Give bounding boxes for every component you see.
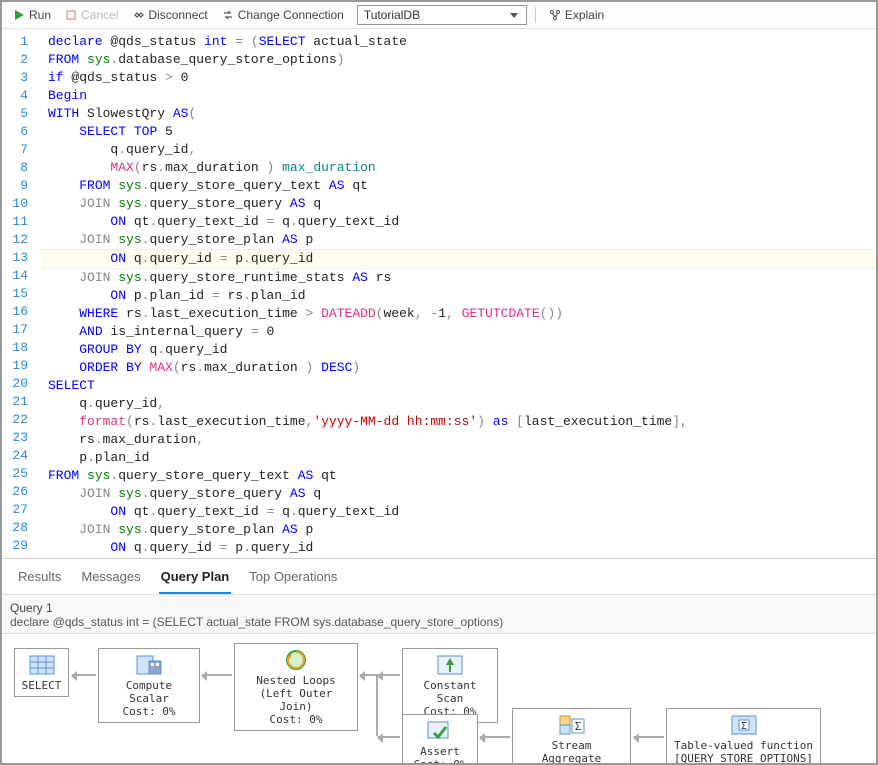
code-line[interactable]: ON p.plan_id = rs.plan_id xyxy=(42,287,876,305)
play-icon xyxy=(13,9,25,21)
code-line[interactable]: q.query_id, xyxy=(42,141,876,159)
change-connection-label: Change Connection xyxy=(238,8,344,22)
code-line[interactable]: ON qt.query_text_id = q.query_text_id xyxy=(42,213,876,231)
code-line[interactable]: SELECT TOP 5 xyxy=(42,123,876,141)
sigma-icon: Σ xyxy=(519,713,624,737)
code-line[interactable]: FROM sys.query_store_query_text AS qt xyxy=(42,467,876,485)
code-line[interactable]: WITH SlowestQry AS( xyxy=(42,105,876,123)
plan-diagram[interactable]: SELECT Compute Scalar Cost: 0% Nested Lo… xyxy=(2,633,876,763)
plan-arrow xyxy=(634,736,664,738)
code-line[interactable]: GROUP BY q.query_id xyxy=(42,341,876,359)
code-line[interactable]: format(rs.last_execution_time,'yyyy-MM-d… xyxy=(42,413,876,431)
plan-node-stream-aggregate[interactable]: Σ Stream Aggregate (Aggregate) Cost: 37% xyxy=(512,708,631,763)
disconnect-icon xyxy=(132,9,144,21)
plan-node-assert[interactable]: Assert Cost: 0% xyxy=(402,714,478,763)
plan-header: Query 1 declare @qds_status int = (SELEC… xyxy=(2,595,876,633)
arrow-down-icon xyxy=(409,653,491,677)
code-line[interactable]: ORDER BY MAX(rs.max_duration ) DESC) xyxy=(42,359,876,377)
plan-arrow xyxy=(378,736,400,738)
plan-node-select[interactable]: SELECT xyxy=(14,648,69,697)
toolbar: Run Cancel Disconnect Change Connection … xyxy=(2,2,876,29)
svg-text:Σ: Σ xyxy=(740,721,746,732)
explain-icon xyxy=(549,9,561,21)
loop-icon xyxy=(241,648,351,672)
plan-node-nested-loops[interactable]: Nested Loops (Left Outer Join) Cost: 0% xyxy=(234,643,358,731)
database-selector[interactable]: TutorialDB xyxy=(357,5,527,25)
code-line[interactable]: WHERE rs.last_execution_time > DATEADD(w… xyxy=(42,305,876,323)
code-line[interactable]: Begin xyxy=(42,87,876,105)
plan-arrow xyxy=(376,676,378,736)
code-line[interactable]: declare @qds_status int = (SELECT actual… xyxy=(42,33,876,51)
code-line[interactable]: FROM sys.database_query_store_options) xyxy=(42,51,876,69)
check-icon xyxy=(409,719,471,743)
code-line[interactable]: p.plan_id xyxy=(42,449,876,467)
change-connection-icon xyxy=(222,9,234,21)
code-area[interactable]: declare @qds_status int = (SELECT actual… xyxy=(42,29,876,558)
tab-top-operations[interactable]: Top Operations xyxy=(247,565,339,594)
code-editor[interactable]: 1234567891011121314151617181920212223242… xyxy=(2,29,876,559)
disconnect-label: Disconnect xyxy=(148,8,207,22)
code-line[interactable]: JOIN sys.query_store_runtime_stats AS rs xyxy=(42,269,876,287)
plan-arrow xyxy=(202,674,232,676)
plan-node-tvf[interactable]: Σ Table-valued function [QUERY_STORE_OPT… xyxy=(666,708,821,763)
plan-arrow xyxy=(480,736,510,738)
code-line[interactable]: ON q.query_id = p.query_id xyxy=(42,539,876,557)
cancel-button: Cancel xyxy=(60,6,123,24)
plan-node-compute-scalar[interactable]: Compute Scalar Cost: 0% xyxy=(98,648,200,723)
change-connection-button[interactable]: Change Connection xyxy=(217,6,349,24)
code-line[interactable]: if @qds_status > 0 xyxy=(42,69,876,87)
explain-button[interactable]: Explain xyxy=(544,6,609,24)
code-line[interactable]: JOIN sys.query_store_plan AS p xyxy=(42,521,876,539)
plan-sql: declare @qds_status int = (SELECT actual… xyxy=(10,615,868,629)
stop-icon xyxy=(65,9,77,21)
plan-title: Query 1 xyxy=(10,601,868,615)
run-label: Run xyxy=(29,8,51,22)
plan-node-constant-scan[interactable]: Constant Scan Cost: 0% xyxy=(402,648,498,723)
line-gutter: 1234567891011121314151617181920212223242… xyxy=(2,29,42,558)
tab-messages[interactable]: Messages xyxy=(79,565,142,594)
cancel-label: Cancel xyxy=(81,8,118,22)
separator xyxy=(535,7,536,23)
code-line[interactable]: SELECT xyxy=(42,377,876,395)
svg-text:Σ: Σ xyxy=(574,720,581,733)
code-line[interactable]: ON q.query_id = p.query_id xyxy=(42,249,876,269)
explain-label: Explain xyxy=(565,8,604,22)
code-line[interactable]: AND is_internal_query = 0 xyxy=(42,323,876,341)
tab-query-plan[interactable]: Query Plan xyxy=(159,565,232,594)
plan-arrow xyxy=(72,674,96,676)
grid-icon xyxy=(21,653,62,677)
tab-results[interactable]: Results xyxy=(16,565,63,594)
code-line[interactable]: ON qt.query_text_id = q.query_text_id xyxy=(42,503,876,521)
code-line[interactable]: rs.max_duration, xyxy=(42,431,876,449)
chevron-down-icon xyxy=(508,9,520,21)
code-line[interactable]: MAX(rs.max_duration ) max_duration xyxy=(42,159,876,177)
code-line[interactable]: FROM sys.query_store_query_text AS qt xyxy=(42,177,876,195)
code-line[interactable]: JOIN sys.query_store_query AS q xyxy=(42,195,876,213)
code-line[interactable]: JOIN sys.query_store_plan AS p xyxy=(42,231,876,249)
tvf-icon: Σ xyxy=(673,713,814,737)
result-tabs: Results Messages Query Plan Top Operatio… xyxy=(2,559,876,595)
disconnect-button[interactable]: Disconnect xyxy=(127,6,212,24)
run-button[interactable]: Run xyxy=(8,6,56,24)
database-value: TutorialDB xyxy=(364,8,420,22)
code-line[interactable]: JOIN sys.query_store_query AS q xyxy=(42,485,876,503)
compute-icon xyxy=(105,653,193,677)
code-line[interactable]: q.query_id, xyxy=(42,395,876,413)
